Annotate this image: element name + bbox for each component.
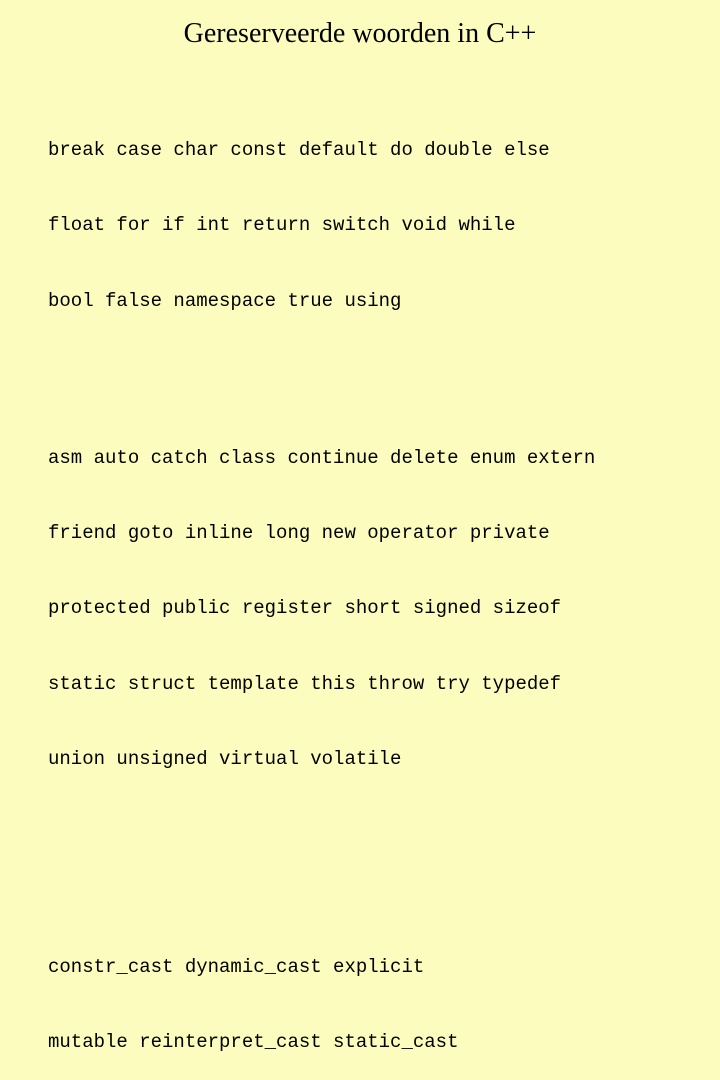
code-line: bool false namespace true using <box>48 289 672 314</box>
code-line: union unsigned virtual volatile <box>48 747 672 772</box>
keyword-group-1: break case char const default do double … <box>48 88 672 364</box>
code-line: static struct template this throw try ty… <box>48 672 672 697</box>
code-line: float for if int return switch void whil… <box>48 213 672 238</box>
code-line: friend goto inline long new operator pri… <box>48 521 672 546</box>
code-line: mutable reinterpret_cast static_cast <box>48 1030 672 1055</box>
code-line: asm auto catch class continue delete enu… <box>48 446 672 471</box>
keyword-group-3: constr_cast dynamic_cast explicit mutabl… <box>48 904 672 1080</box>
slide: Gereserveerde woorden in C++ break case … <box>0 0 720 540</box>
page-title: Gereserveerde woorden in C++ <box>48 18 672 50</box>
keyword-group-2: asm auto catch class continue delete enu… <box>48 396 672 872</box>
code-line: break case char const default do double … <box>48 138 672 163</box>
code-line: protected public register short signed s… <box>48 596 672 621</box>
code-line: constr_cast dynamic_cast explicit <box>48 955 672 980</box>
